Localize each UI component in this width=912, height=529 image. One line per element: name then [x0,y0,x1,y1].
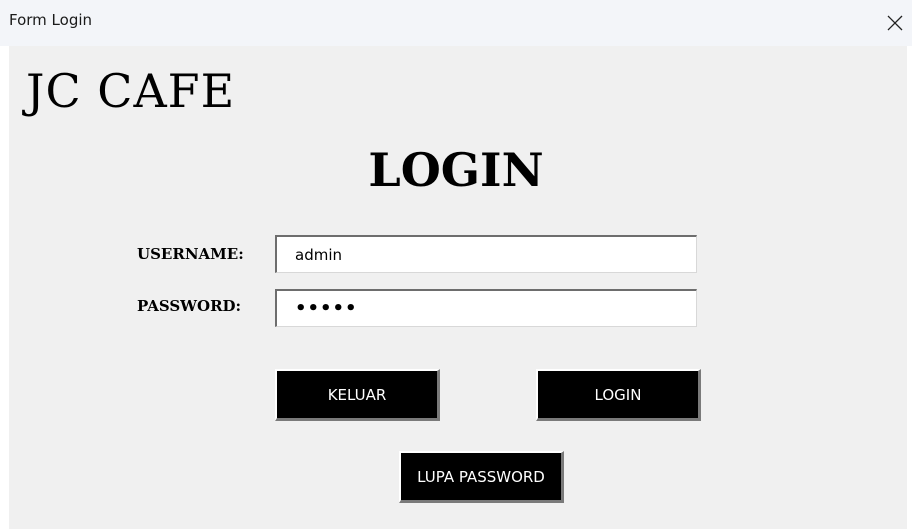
username-label: USERNAME: [137,245,244,263]
window-border-left [0,46,9,529]
window-title: Form Login [9,11,93,29]
login-button[interactable]: LOGIN [536,369,701,421]
login-window: Form Login JC CAFE LOGIN USERNAME: PASSW… [0,0,912,529]
window-border-right [907,46,912,529]
password-field[interactable] [275,289,697,327]
title-bar: Form Login [0,0,912,46]
keluar-button[interactable]: KELUAR [275,369,440,421]
lupa-password-button[interactable]: LUPA PASSWORD [399,451,564,503]
close-button[interactable] [866,0,912,46]
close-icon [887,15,903,31]
username-field[interactable] [275,235,697,273]
brand-title: JC CAFE [26,64,236,118]
password-label: PASSWORD: [137,297,242,315]
login-heading: LOGIN [368,143,544,197]
